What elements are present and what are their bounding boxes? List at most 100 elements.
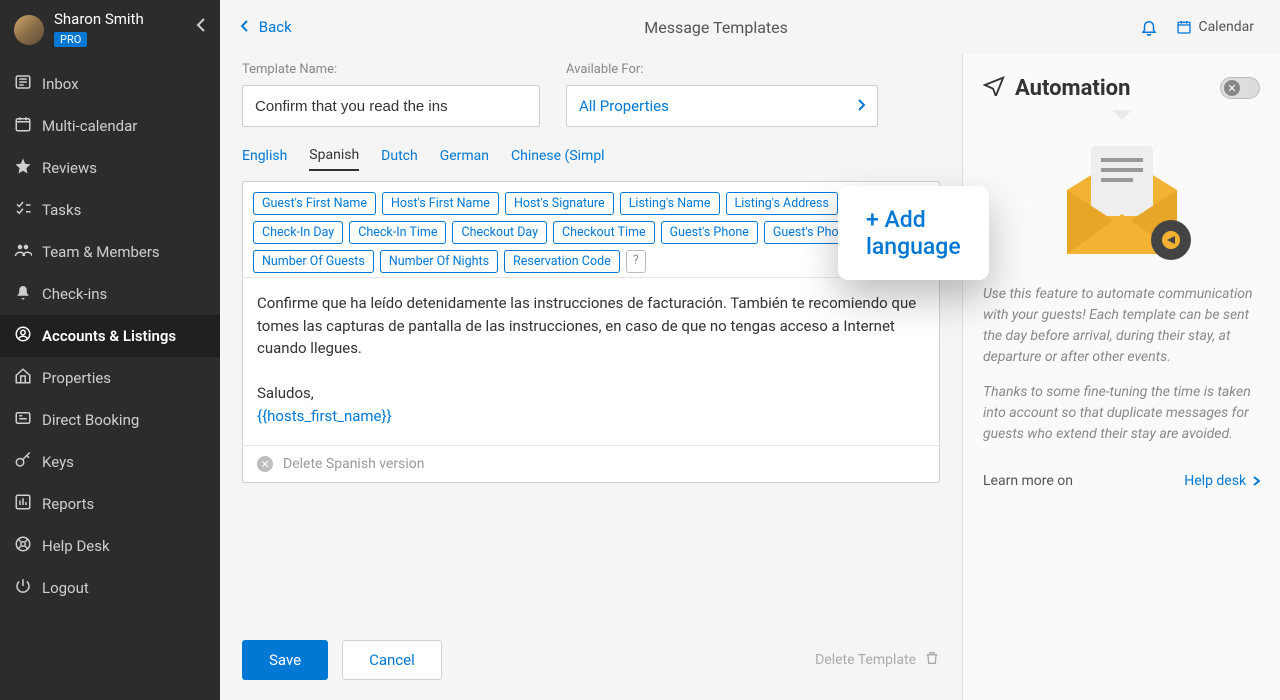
sidebar-item-multi-calendar[interactable]: Multi-calendar [0,105,220,147]
sidebar-item-label: Accounts & Listings [42,327,176,345]
sidebar-item-tasks[interactable]: Tasks [0,189,220,231]
sidebar-item-inbox[interactable]: Inbox [0,63,220,105]
back-button[interactable]: Back [240,18,292,36]
main: Back Message Templates Calendar Template… [220,0,1280,700]
sidebar-item-reviews[interactable]: Reviews [0,147,220,189]
template-variable: {{hosts_first_name}} [257,407,392,425]
message-body[interactable]: Confirme que ha leído detenidamente las … [243,277,939,445]
automation-description-1: Use this feature to automate communicati… [983,284,1260,368]
sidebar-item-logout[interactable]: Logout [0,567,220,609]
user-name: Sharon Smith [54,12,144,27]
toggle-off-icon: ✕ [1224,80,1240,96]
sidebar-item-label: Tasks [42,201,81,219]
sidebar-item-check-ins[interactable]: Check-ins [0,273,220,315]
notifications-icon[interactable] [1140,18,1158,36]
sidebar-item-label: Team & Members [42,243,160,261]
save-button[interactable]: Save [242,640,328,680]
token-help-icon[interactable]: ? [626,250,646,273]
sidebar-item-label: Multi-calendar [42,117,137,135]
nav-bottom: Help Desk Logout [0,525,220,700]
available-for-select[interactable]: All Properties [566,85,878,127]
learn-more-label: Learn more on [983,473,1073,489]
token-checkout-time[interactable]: Checkout Time [553,221,655,244]
language-tab-chinese-simpl[interactable]: Chinese (Simpl [511,142,605,170]
help-icon [14,535,42,557]
sidebar-item-accounts-listings[interactable]: Accounts & Listings [0,315,220,357]
delete-language-button[interactable]: ✕ Delete Spanish version [243,445,939,482]
inbox-icon [14,73,42,95]
help-desk-link[interactable]: Help desk [1184,473,1260,489]
home-icon [14,367,42,389]
booking-icon [14,409,42,431]
automation-panel: Automation ✕ [962,54,1280,700]
star-icon [14,157,42,179]
language-tab-english[interactable]: English [242,142,287,170]
language-tab-german[interactable]: German [440,142,489,170]
page-title: Message Templates [292,18,1141,37]
tasks-icon [14,199,42,221]
token-host-s-signature[interactable]: Host's Signature [505,192,614,215]
sidebar-item-help-desk[interactable]: Help Desk [0,525,220,567]
sidebar-item-label: Reviews [42,159,97,177]
sidebar-item-direct-booking[interactable]: Direct Booking [0,399,220,441]
close-circle-icon: ✕ [257,456,273,472]
sidebar-item-label: Check-ins [42,285,107,303]
language-tab-dutch[interactable]: Dutch [381,142,418,170]
bell-icon [14,283,42,305]
sidebar-item-reports[interactable]: Reports [0,483,220,525]
template-name-input[interactable] [242,85,540,127]
token-host-s-first-name[interactable]: Host's First Name [382,192,499,215]
pro-badge: PRO [54,32,87,47]
sidebar-item-label: Keys [42,453,74,471]
token-number-of-nights[interactable]: Number Of Nights [380,250,498,273]
language-tabs: English Spanish Dutch German Chinese (Simpl [242,141,940,171]
token-reservation-code[interactable]: Reservation Code [504,250,620,273]
chevron-right-icon [857,97,865,115]
sidebar-item-properties[interactable]: Properties [0,357,220,399]
collapse-sidebar-icon[interactable] [196,18,206,36]
nav-main: Inbox Multi-calendar Reviews Tasks Team & Me… [0,63,220,525]
accounts-icon [14,325,42,347]
avatar [14,15,44,45]
sidebar-item-label: Properties [42,369,111,387]
language-tab-spanish[interactable]: Spanish [309,141,359,171]
token-guest-s-phone[interactable]: Guest's Phone [661,221,758,244]
sidebar-item-team-members[interactable]: Team & Members [0,231,220,273]
sidebar-item-keys[interactable]: Keys [0,441,220,483]
reports-icon [14,493,42,515]
airplane-icon [983,74,1005,102]
sidebar-item-label: Direct Booking [42,411,139,429]
automation-toggle[interactable]: ✕ [1220,77,1260,99]
key-icon [14,451,42,473]
trash-icon [924,650,940,670]
topbar: Back Message Templates Calendar [220,0,1280,54]
token-listing-s-name[interactable]: Listing's Name [620,192,720,215]
sidebar-item-label: Inbox [42,75,79,93]
sidebar-item-label: Logout [42,579,89,597]
token-guest-s-first-name[interactable]: Guest's First Name [253,192,376,215]
token-listing-s-address[interactable]: Listing's Address [726,192,838,215]
available-for-label: Available For: [566,62,878,77]
chevron-left-icon [240,18,253,36]
sidebar: Sharon Smith PRO Inbox Multi-calendar Revi… [0,0,220,700]
token-bar: Guest's First Name Host's First Name Host'… [243,182,939,277]
sidebar-item-label: Help Desk [42,537,110,555]
power-icon [14,577,42,599]
token-checkout-day[interactable]: Checkout Day [452,221,547,244]
calendar-button[interactable]: Calendar [1176,19,1254,35]
editor: Template Name: Available For: All Proper… [220,54,962,700]
envelope-illustration [983,136,1260,266]
token-number-of-guests[interactable]: Number Of Guests [253,250,374,273]
sidebar-item-label: Reports [42,495,94,513]
add-language-popover[interactable]: + Add language [838,186,989,280]
editor-box: Guest's First Name Host's First Name Host'… [242,181,940,483]
calendar-icon [14,115,42,137]
cancel-button[interactable]: Cancel [342,640,442,680]
delete-template-button[interactable]: Delete Template [815,650,940,670]
token-check-in-day[interactable]: Check-In Day [253,221,343,244]
template-name-label: Template Name: [242,62,540,77]
token-check-in-time[interactable]: Check-In Time [349,221,446,244]
profile[interactable]: Sharon Smith PRO [0,0,220,59]
team-icon [14,241,42,263]
automation-description-2: Thanks to some fine-tuning the time is t… [983,382,1260,445]
